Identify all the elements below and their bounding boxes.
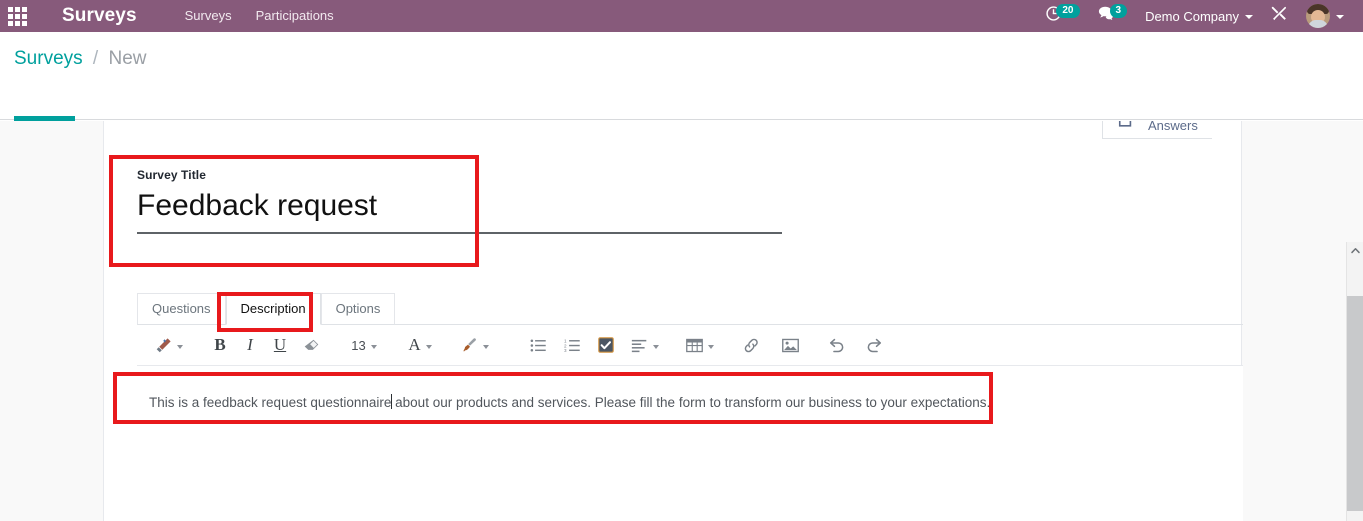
answers-pencil-box-icon — [1117, 121, 1136, 133]
chevron-down-icon — [177, 345, 183, 349]
chevron-down-icon — [370, 345, 377, 349]
font-color-button[interactable]: A — [399, 325, 441, 366]
survey-title-underline — [137, 232, 782, 234]
bold-button[interactable]: B — [205, 325, 235, 366]
avatar — [1306, 4, 1330, 28]
stat-button-answers-label: Answers — [1148, 121, 1198, 133]
align-left-icon[interactable] — [623, 325, 667, 366]
description-text-before-caret: This is a feedback request questionnaire — [149, 395, 392, 410]
form-sheet: Answers Survey Title Feedback request Qu… — [103, 121, 1243, 521]
unordered-list-icon[interactable] — [521, 325, 555, 366]
undo-icon[interactable] — [817, 325, 855, 366]
menu-item-participations[interactable]: Participations — [244, 0, 346, 32]
redo-icon[interactable] — [855, 325, 893, 366]
survey-title-group: Survey Title Feedback request — [137, 168, 784, 234]
app-brand-title[interactable]: Surveys — [62, 5, 137, 27]
messaging-menu[interactable]: 3 — [1089, 0, 1137, 32]
underline-label: U — [273, 335, 287, 354]
image-icon[interactable] — [771, 325, 809, 366]
magic-wand-icon[interactable] — [147, 325, 191, 366]
table-icon[interactable] — [677, 325, 723, 366]
survey-title-input[interactable]: Feedback request — [137, 188, 784, 224]
notebook-tabs: Questions Description Options — [137, 293, 1243, 325]
stat-button-box: Answers — [1102, 121, 1212, 139]
top-navbar: Surveys Surveys Participations 20 3 Demo… — [0, 0, 1363, 32]
ordered-list-icon[interactable]: 1 2 3 — [555, 325, 589, 366]
italic-button[interactable]: I — [235, 325, 265, 366]
tab-options[interactable]: Options — [320, 293, 396, 325]
breadcrumb-item-surveys[interactable]: Surveys — [14, 48, 83, 69]
remove-format-eraser-icon[interactable] — [295, 325, 327, 366]
control-panel: Surveys / New SAVE DISCARD — [0, 32, 1363, 144]
navbar-menu: Surveys Participations — [173, 0, 346, 32]
menu-item-surveys[interactable]: Surveys — [173, 0, 244, 32]
messaging-count-badge: 3 — [1109, 4, 1128, 18]
font-size-value: 13 — [351, 337, 366, 353]
scrollbar-thumb[interactable] — [1347, 296, 1363, 511]
checklist-icon[interactable] — [589, 325, 623, 366]
chevron-down-icon — [1336, 15, 1344, 19]
font-size-select[interactable]: 13 — [343, 325, 385, 366]
user-menu[interactable] — [1297, 0, 1353, 32]
tab-questions[interactable]: Questions — [137, 293, 226, 325]
breadcrumb: Surveys / New — [14, 48, 147, 70]
company-name-label: Demo Company — [1145, 8, 1239, 24]
activity-menu[interactable]: 20 — [1036, 0, 1088, 32]
svg-text:3: 3 — [564, 347, 567, 352]
vertical-scrollbar[interactable] — [1346, 242, 1363, 521]
rich-text-editor-toolbar: B I U 13 A 1 2 3 — [137, 325, 1243, 366]
chevron-down-icon — [653, 345, 659, 349]
apps-grid-icon[interactable] — [0, 0, 34, 32]
developer-tools-menu[interactable] — [1262, 0, 1297, 32]
chevron-down-icon — [483, 345, 489, 349]
background-color-brush-icon[interactable] — [453, 325, 497, 366]
link-icon[interactable] — [731, 325, 771, 366]
chevron-down-icon — [425, 345, 432, 349]
chevron-down-icon — [1245, 15, 1253, 19]
wrench-screwdriver-icon — [1271, 5, 1288, 27]
description-text[interactable]: This is a feedback request questionnaire… — [149, 393, 990, 413]
activity-count-badge: 20 — [1056, 4, 1080, 18]
breadcrumb-item-current: New — [108, 48, 147, 69]
stat-button-answers[interactable]: Answers — [1103, 121, 1212, 139]
company-switcher[interactable]: Demo Company — [1136, 0, 1262, 32]
font-color-label: A — [408, 335, 421, 354]
bold-label: B — [214, 335, 226, 354]
breadcrumb-separator: / — [92, 48, 99, 69]
chevron-down-icon — [708, 345, 714, 349]
tab-description[interactable]: Description — [225, 293, 321, 325]
navbar-systray: 20 3 Demo Company — [1036, 0, 1363, 32]
scroll-up-arrow-icon[interactable] — [1347, 242, 1363, 259]
underline-button[interactable]: U — [265, 325, 295, 366]
description-text-after-caret: about our products and services. Please … — [391, 395, 991, 410]
italic-label: I — [247, 335, 253, 354]
page-body: Answers Survey Title Feedback request Qu… — [0, 121, 1363, 521]
survey-title-label: Survey Title — [137, 168, 207, 182]
description-editor[interactable]: This is a feedback request questionnaire… — [137, 366, 1243, 521]
